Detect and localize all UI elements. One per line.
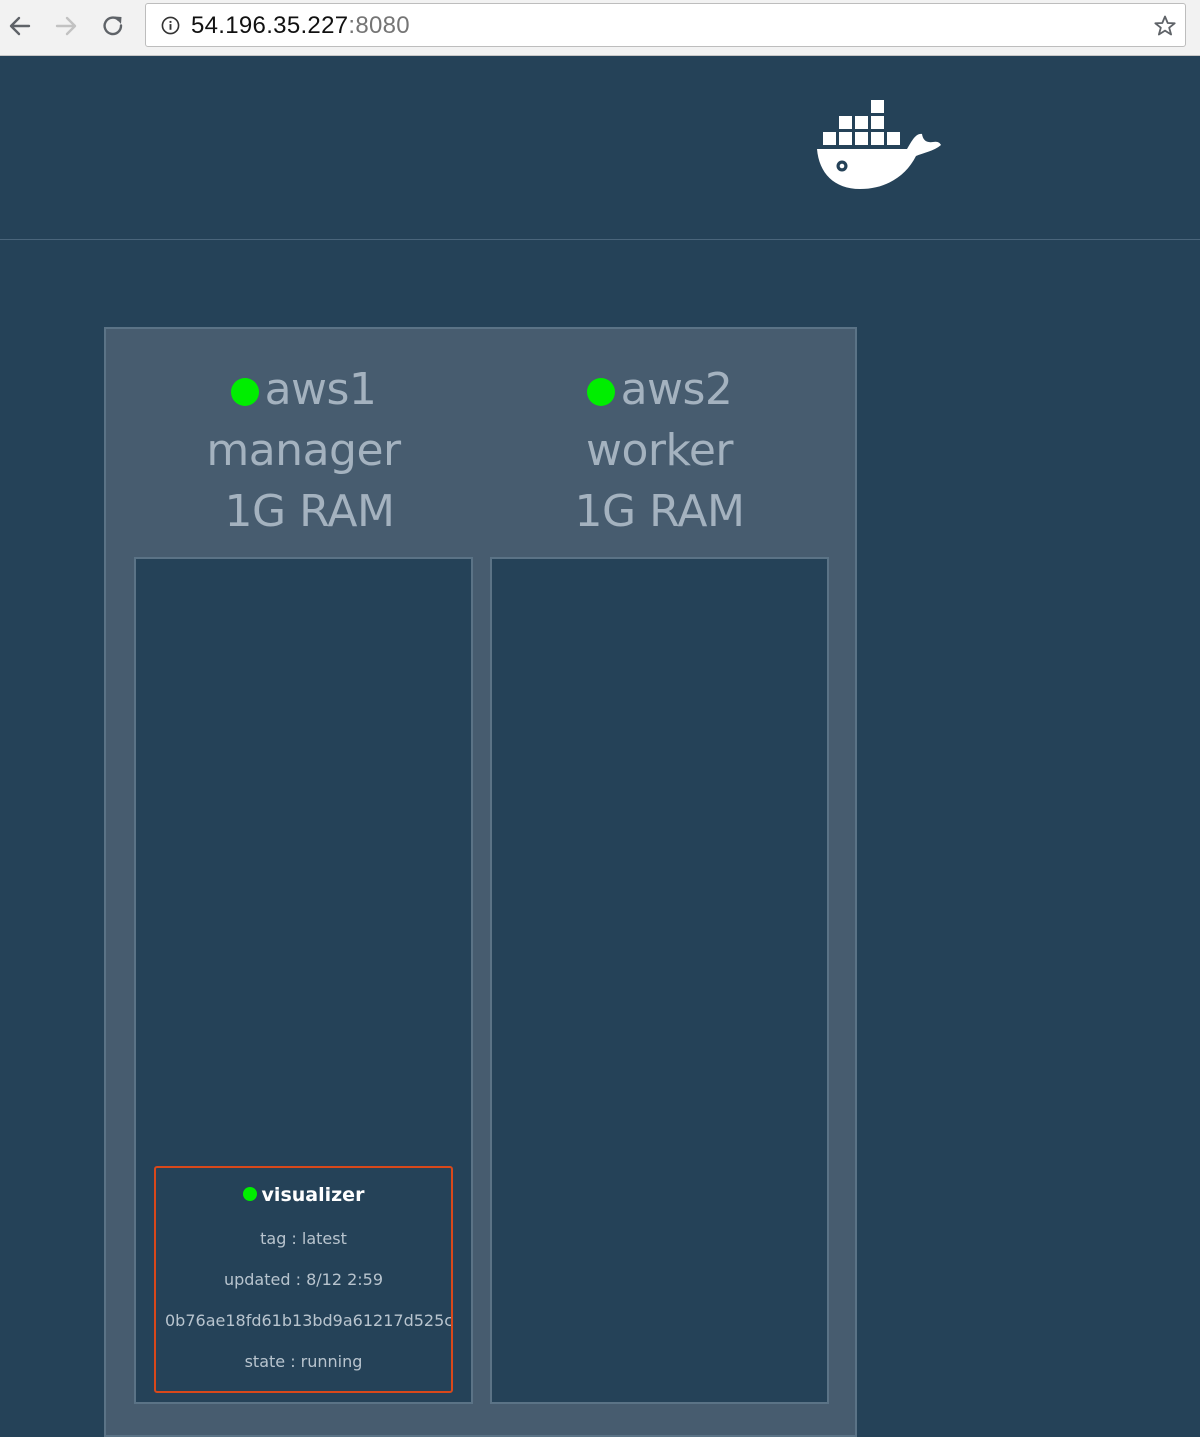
url-text[interactable]: 54.196.35.227:8080 [191, 12, 410, 40]
node-role: manager [206, 425, 401, 476]
node-memory: 1G RAM [224, 486, 395, 537]
service-card-visualizer[interactable]: visualizer tag : latest updated : 8/12 2… [154, 1166, 453, 1393]
url-port: :8080 [348, 12, 410, 39]
node-header: aws1 manager 1G RAM [134, 359, 473, 542]
swarm-panel: aws1 manager 1G RAM visualizer tag : lat… [104, 327, 857, 1437]
info-icon[interactable] [161, 16, 180, 35]
node-task-list [490, 557, 829, 1404]
service-state: state : running [244, 1352, 363, 1371]
node-task-list: visualizer tag : latest updated : 8/12 2… [134, 557, 473, 1404]
service-status-dot [242, 1187, 257, 1201]
node-header: aws2 worker 1G RAM [490, 359, 829, 542]
node-name-line: aws2 [490, 359, 829, 420]
url-host: 54.196.35.227 [191, 12, 349, 39]
reload-button[interactable] [97, 10, 129, 42]
service-tag: tag : latest [260, 1229, 347, 1248]
address-bar[interactable]: 54.196.35.227:8080 [145, 3, 1186, 47]
service-name: visualizer [261, 1184, 365, 1206]
service-id: 0b76ae18fd61b13bd9a61217d525c0 [165, 1311, 453, 1330]
docker-whale-icon [817, 100, 941, 189]
node-name: aws1 [264, 364, 377, 415]
node-name: aws2 [620, 364, 733, 415]
back-button[interactable] [4, 10, 36, 42]
service-updated: updated : 8/12 2:59 [223, 1270, 384, 1289]
node-memory: 1G RAM [574, 486, 745, 537]
arrow-right-icon [55, 16, 77, 36]
node-status-dot [230, 378, 259, 406]
reload-icon [103, 16, 123, 36]
node-role: worker [585, 425, 734, 476]
node-name-line: aws1 [134, 359, 473, 420]
arrow-left-icon [9, 16, 31, 36]
browser-toolbar: 54.196.35.227:8080 [0, 0, 1200, 56]
forward-button[interactable] [50, 10, 82, 42]
app-header [0, 57, 1200, 240]
star-icon[interactable] [1153, 14, 1177, 38]
node-status-dot [586, 378, 615, 406]
service-name-line: visualizer [156, 1184, 451, 1206]
